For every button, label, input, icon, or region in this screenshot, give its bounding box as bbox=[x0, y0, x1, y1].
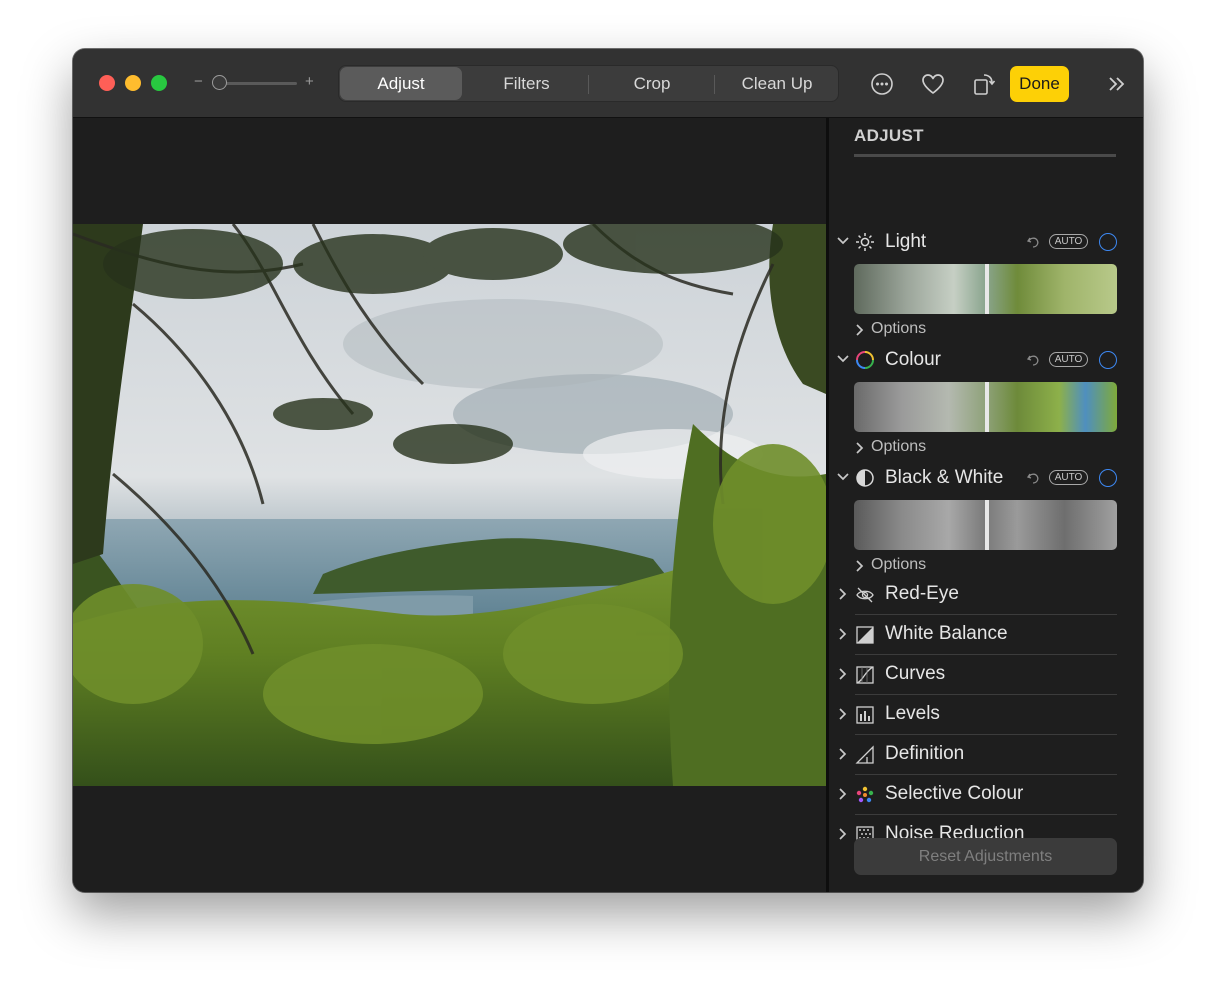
zoom-slider-knob[interactable] bbox=[212, 75, 227, 90]
tab-filters[interactable]: Filters bbox=[464, 66, 589, 101]
tool-levels[interactable]: Levels bbox=[829, 695, 1143, 735]
toggle-light[interactable] bbox=[1099, 233, 1117, 251]
tool-white-balance[interactable]: White Balance bbox=[829, 615, 1143, 655]
chevron-right-icon[interactable] bbox=[836, 627, 850, 641]
tab-adjust[interactable]: Adjust bbox=[340, 67, 462, 100]
section-light[interactable]: Light AUTO bbox=[829, 230, 1143, 256]
tab-clean-up[interactable]: Clean Up bbox=[715, 66, 839, 101]
tool-red-eye[interactable]: Red-Eye bbox=[829, 575, 1143, 615]
chevron-down-icon[interactable] bbox=[836, 352, 850, 366]
chevron-right-icon[interactable] bbox=[836, 827, 850, 841]
chevron-right-icon[interactable] bbox=[836, 667, 850, 681]
title-underline bbox=[854, 154, 1116, 157]
toggle-black-white[interactable] bbox=[1099, 469, 1117, 487]
levels-icon bbox=[856, 706, 874, 724]
auto-button-black-white[interactable]: AUTO bbox=[1049, 470, 1088, 485]
revert-icon[interactable] bbox=[1026, 234, 1042, 250]
landscape-photo-illustration bbox=[73, 224, 826, 786]
colour-strip-marker[interactable] bbox=[985, 382, 989, 432]
photos-edit-window: − + Adjust Filters Crop Clean Up Done AD… bbox=[73, 49, 1143, 892]
section-label-light: Light bbox=[885, 231, 927, 252]
black-white-options-label: Options bbox=[871, 556, 927, 573]
tab-crop[interactable]: Crop bbox=[589, 66, 715, 101]
chevron-right-icon[interactable] bbox=[836, 587, 850, 601]
expand-chevrons-icon[interactable] bbox=[1103, 70, 1131, 98]
colour-options-row[interactable]: Options bbox=[829, 438, 1143, 460]
light-options-row[interactable]: Options bbox=[829, 320, 1143, 342]
done-button[interactable]: Done bbox=[1010, 66, 1069, 102]
tool-definition[interactable]: Definition bbox=[829, 735, 1143, 775]
chevron-right-icon[interactable] bbox=[853, 323, 867, 337]
zoom-in-label[interactable]: + bbox=[305, 73, 314, 90]
sun-icon bbox=[856, 233, 874, 251]
edit-mode-segmented-control: Adjust Filters Crop Clean Up bbox=[338, 65, 839, 102]
adjust-panel-title: ADJUST bbox=[854, 126, 924, 145]
section-label-black-white: Black & White bbox=[885, 467, 1004, 488]
minimize-window-button[interactable] bbox=[125, 75, 141, 91]
chevron-right-icon[interactable] bbox=[853, 559, 867, 573]
light-preview-strip[interactable] bbox=[854, 264, 1117, 314]
zoom-window-button[interactable] bbox=[151, 75, 167, 91]
reset-adjustments-button[interactable]: Reset Adjustments bbox=[854, 838, 1117, 875]
zoom-out-label[interactable]: − bbox=[194, 73, 203, 90]
light-strip-marker[interactable] bbox=[985, 264, 989, 314]
auto-button-colour[interactable]: AUTO bbox=[1049, 352, 1088, 367]
section-label-colour: Colour bbox=[885, 349, 941, 370]
colour-wheel-icon bbox=[856, 351, 874, 369]
eye-slash-icon bbox=[856, 587, 874, 603]
close-window-button[interactable] bbox=[99, 75, 115, 91]
half-circle-icon bbox=[856, 469, 874, 487]
tool-selective-colour[interactable]: Selective Colour bbox=[829, 775, 1143, 815]
revert-icon[interactable] bbox=[1026, 470, 1042, 486]
tool-label-definition: Definition bbox=[885, 743, 965, 764]
tool-label-curves: Curves bbox=[885, 663, 946, 684]
favorite-heart-icon[interactable] bbox=[919, 70, 947, 98]
revert-icon[interactable] bbox=[1026, 352, 1042, 368]
photo-canvas-area bbox=[73, 118, 826, 892]
definition-triangle-icon bbox=[855, 745, 874, 764]
adjust-sidebar: ADJUST Light AUTO Options Colour AUTO Op… bbox=[829, 118, 1143, 892]
tool-label-white-balance: White Balance bbox=[885, 623, 1008, 644]
chevron-right-icon[interactable] bbox=[836, 787, 850, 801]
black-white-preview-strip[interactable] bbox=[854, 500, 1117, 550]
tool-curves[interactable]: Curves bbox=[829, 655, 1143, 695]
toolbar: − + Adjust Filters Crop Clean Up Done bbox=[73, 49, 1143, 118]
colour-preview-strip[interactable] bbox=[854, 382, 1117, 432]
chevron-down-icon[interactable] bbox=[836, 234, 850, 248]
tool-label-levels: Levels bbox=[885, 703, 940, 724]
rotate-icon[interactable] bbox=[970, 70, 998, 98]
chevron-right-icon[interactable] bbox=[853, 441, 867, 455]
chevron-right-icon[interactable] bbox=[836, 707, 850, 721]
more-options-icon[interactable] bbox=[868, 70, 896, 98]
section-black-white[interactable]: Black & White AUTO bbox=[829, 466, 1143, 492]
tool-label-selective-colour: Selective Colour bbox=[885, 783, 1024, 804]
light-options-label: Options bbox=[871, 320, 927, 337]
chevron-right-icon[interactable] bbox=[836, 747, 850, 761]
curves-icon bbox=[856, 666, 874, 684]
tool-label-red-eye: Red-Eye bbox=[885, 583, 959, 604]
selective-colour-dots-icon bbox=[856, 786, 874, 803]
toggle-colour[interactable] bbox=[1099, 351, 1117, 369]
chevron-down-icon[interactable] bbox=[836, 470, 850, 484]
auto-button-light[interactable]: AUTO bbox=[1049, 234, 1088, 249]
photo-image[interactable] bbox=[73, 224, 826, 786]
colour-options-label: Options bbox=[871, 438, 927, 455]
section-colour[interactable]: Colour AUTO bbox=[829, 348, 1143, 374]
white-balance-icon bbox=[856, 626, 874, 644]
black-white-strip-marker[interactable] bbox=[985, 500, 989, 550]
